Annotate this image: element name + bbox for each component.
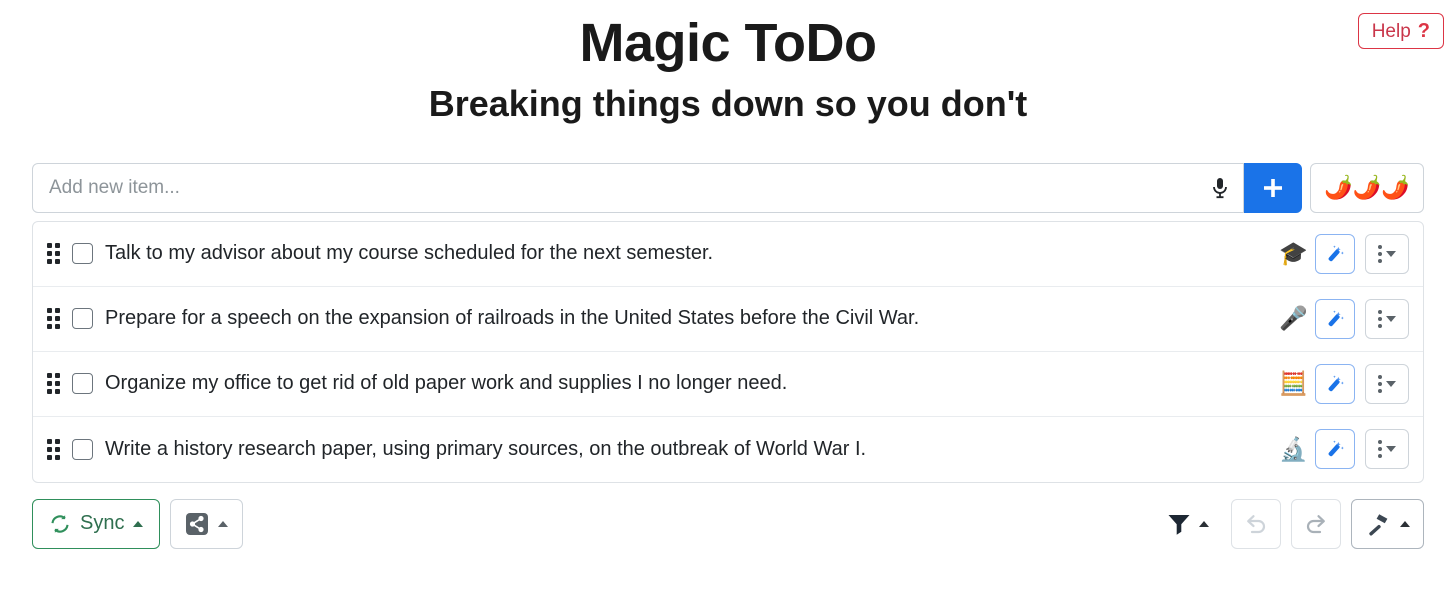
drag-handle-icon[interactable] bbox=[47, 438, 60, 460]
vertical-dots-icon bbox=[1378, 374, 1382, 393]
page-header: Magic ToDo Breaking things down so you d… bbox=[0, 0, 1456, 125]
task-label: Talk to my advisor about my course sched… bbox=[105, 242, 714, 265]
row-actions: 🎓 bbox=[1279, 233, 1409, 274]
undo-button[interactable] bbox=[1231, 498, 1281, 549]
graduation-cap-icon: 🎓 bbox=[1279, 240, 1308, 267]
vertical-dots-icon bbox=[1378, 244, 1382, 263]
task-checkbox[interactable] bbox=[72, 243, 93, 265]
footer-toolbar: Sync bbox=[32, 498, 1424, 549]
chevron-up-icon bbox=[133, 520, 144, 527]
row-actions: 🧮 bbox=[1279, 363, 1409, 404]
task-checkbox[interactable] bbox=[72, 373, 93, 395]
task-label: Write a history research paper, using pr… bbox=[105, 437, 867, 460]
magic-wand-icon bbox=[1328, 245, 1344, 262]
spice-level-peppers: 🌶️🌶️🌶️ bbox=[1324, 174, 1410, 201]
task-menu-button[interactable] bbox=[1365, 298, 1409, 339]
add-item-bar: 🌶️🌶️🌶️ bbox=[32, 162, 1424, 213]
plus-icon bbox=[1264, 178, 1282, 197]
drag-handle-icon[interactable] bbox=[47, 308, 60, 330]
help-button-label: Help bbox=[1371, 20, 1411, 42]
undo-icon bbox=[1247, 515, 1266, 534]
vertical-dots-icon bbox=[1378, 309, 1382, 328]
chevron-down-icon bbox=[1386, 446, 1396, 453]
redo-button[interactable] bbox=[1291, 498, 1341, 549]
hammer-icon bbox=[1369, 514, 1388, 536]
page-subtitle: Breaking things down so you don't bbox=[428, 82, 1028, 124]
tools-button[interactable] bbox=[1351, 498, 1424, 549]
filter-icon bbox=[1168, 514, 1190, 535]
magic-wand-button[interactable] bbox=[1315, 429, 1355, 470]
page-title: Magic ToDo bbox=[579, 13, 877, 73]
task-menu-button[interactable] bbox=[1365, 363, 1409, 404]
table-row: Prepare for a speech on the expansion of… bbox=[33, 287, 1423, 352]
vertical-dots-icon bbox=[1378, 440, 1382, 459]
microphone-icon[interactable] bbox=[1197, 177, 1243, 199]
chevron-up-icon bbox=[1199, 520, 1209, 527]
task-label: Organize my office to get rid of old pap… bbox=[105, 372, 788, 395]
row-actions: 🔬 bbox=[1279, 429, 1409, 470]
task-menu-button[interactable] bbox=[1365, 429, 1409, 470]
task-checkbox[interactable] bbox=[72, 438, 93, 460]
chevron-down-icon bbox=[1386, 380, 1396, 387]
magic-wand-icon bbox=[1328, 310, 1344, 327]
new-item-input[interactable] bbox=[33, 176, 1197, 199]
help-button[interactable]: Help ? bbox=[1357, 13, 1444, 49]
task-label: Prepare for a speech on the expansion of… bbox=[105, 307, 920, 330]
table-row: Write a history research paper, using pr… bbox=[33, 417, 1423, 482]
drag-handle-icon[interactable] bbox=[47, 373, 60, 395]
main-content: 🌶️🌶️🌶️ Talk to my advisor about my cours… bbox=[32, 162, 1424, 549]
table-row: Talk to my advisor about my course sched… bbox=[33, 222, 1423, 287]
add-item-button[interactable] bbox=[1244, 162, 1302, 213]
chevron-up-icon bbox=[218, 520, 229, 527]
add-item-input-group bbox=[32, 162, 1244, 213]
task-checkbox[interactable] bbox=[72, 308, 93, 330]
share-icon bbox=[186, 512, 209, 535]
table-row: Organize my office to get rid of old pap… bbox=[33, 352, 1423, 417]
task-menu-button[interactable] bbox=[1365, 233, 1409, 274]
magic-wand-button[interactable] bbox=[1315, 363, 1355, 404]
magic-wand-button[interactable] bbox=[1315, 233, 1355, 274]
magic-wand-icon bbox=[1328, 375, 1344, 392]
magic-wand-button[interactable] bbox=[1315, 298, 1355, 339]
magic-wand-icon bbox=[1328, 440, 1344, 457]
abacus-icon: 🧮 bbox=[1279, 370, 1308, 397]
redo-icon bbox=[1306, 515, 1325, 534]
chevron-up-icon bbox=[1400, 520, 1410, 527]
sync-icon bbox=[51, 515, 69, 533]
chevron-down-icon bbox=[1386, 250, 1396, 257]
question-mark-icon: ? bbox=[1417, 20, 1430, 42]
sync-button[interactable]: Sync bbox=[32, 498, 161, 549]
microscope-icon: 🔬 bbox=[1279, 435, 1308, 462]
footer-right-controls bbox=[1167, 498, 1424, 549]
drag-handle-icon[interactable] bbox=[47, 243, 60, 265]
row-actions: 🎤 bbox=[1279, 298, 1409, 339]
task-list: Talk to my advisor about my course sched… bbox=[32, 220, 1424, 483]
sync-button-label: Sync bbox=[80, 512, 125, 535]
share-button[interactable] bbox=[170, 498, 244, 549]
microphone-emoji-icon: 🎤 bbox=[1279, 305, 1308, 332]
filter-button[interactable] bbox=[1167, 513, 1209, 535]
chevron-down-icon bbox=[1386, 315, 1396, 322]
spice-level-button[interactable]: 🌶️🌶️🌶️ bbox=[1310, 162, 1424, 213]
